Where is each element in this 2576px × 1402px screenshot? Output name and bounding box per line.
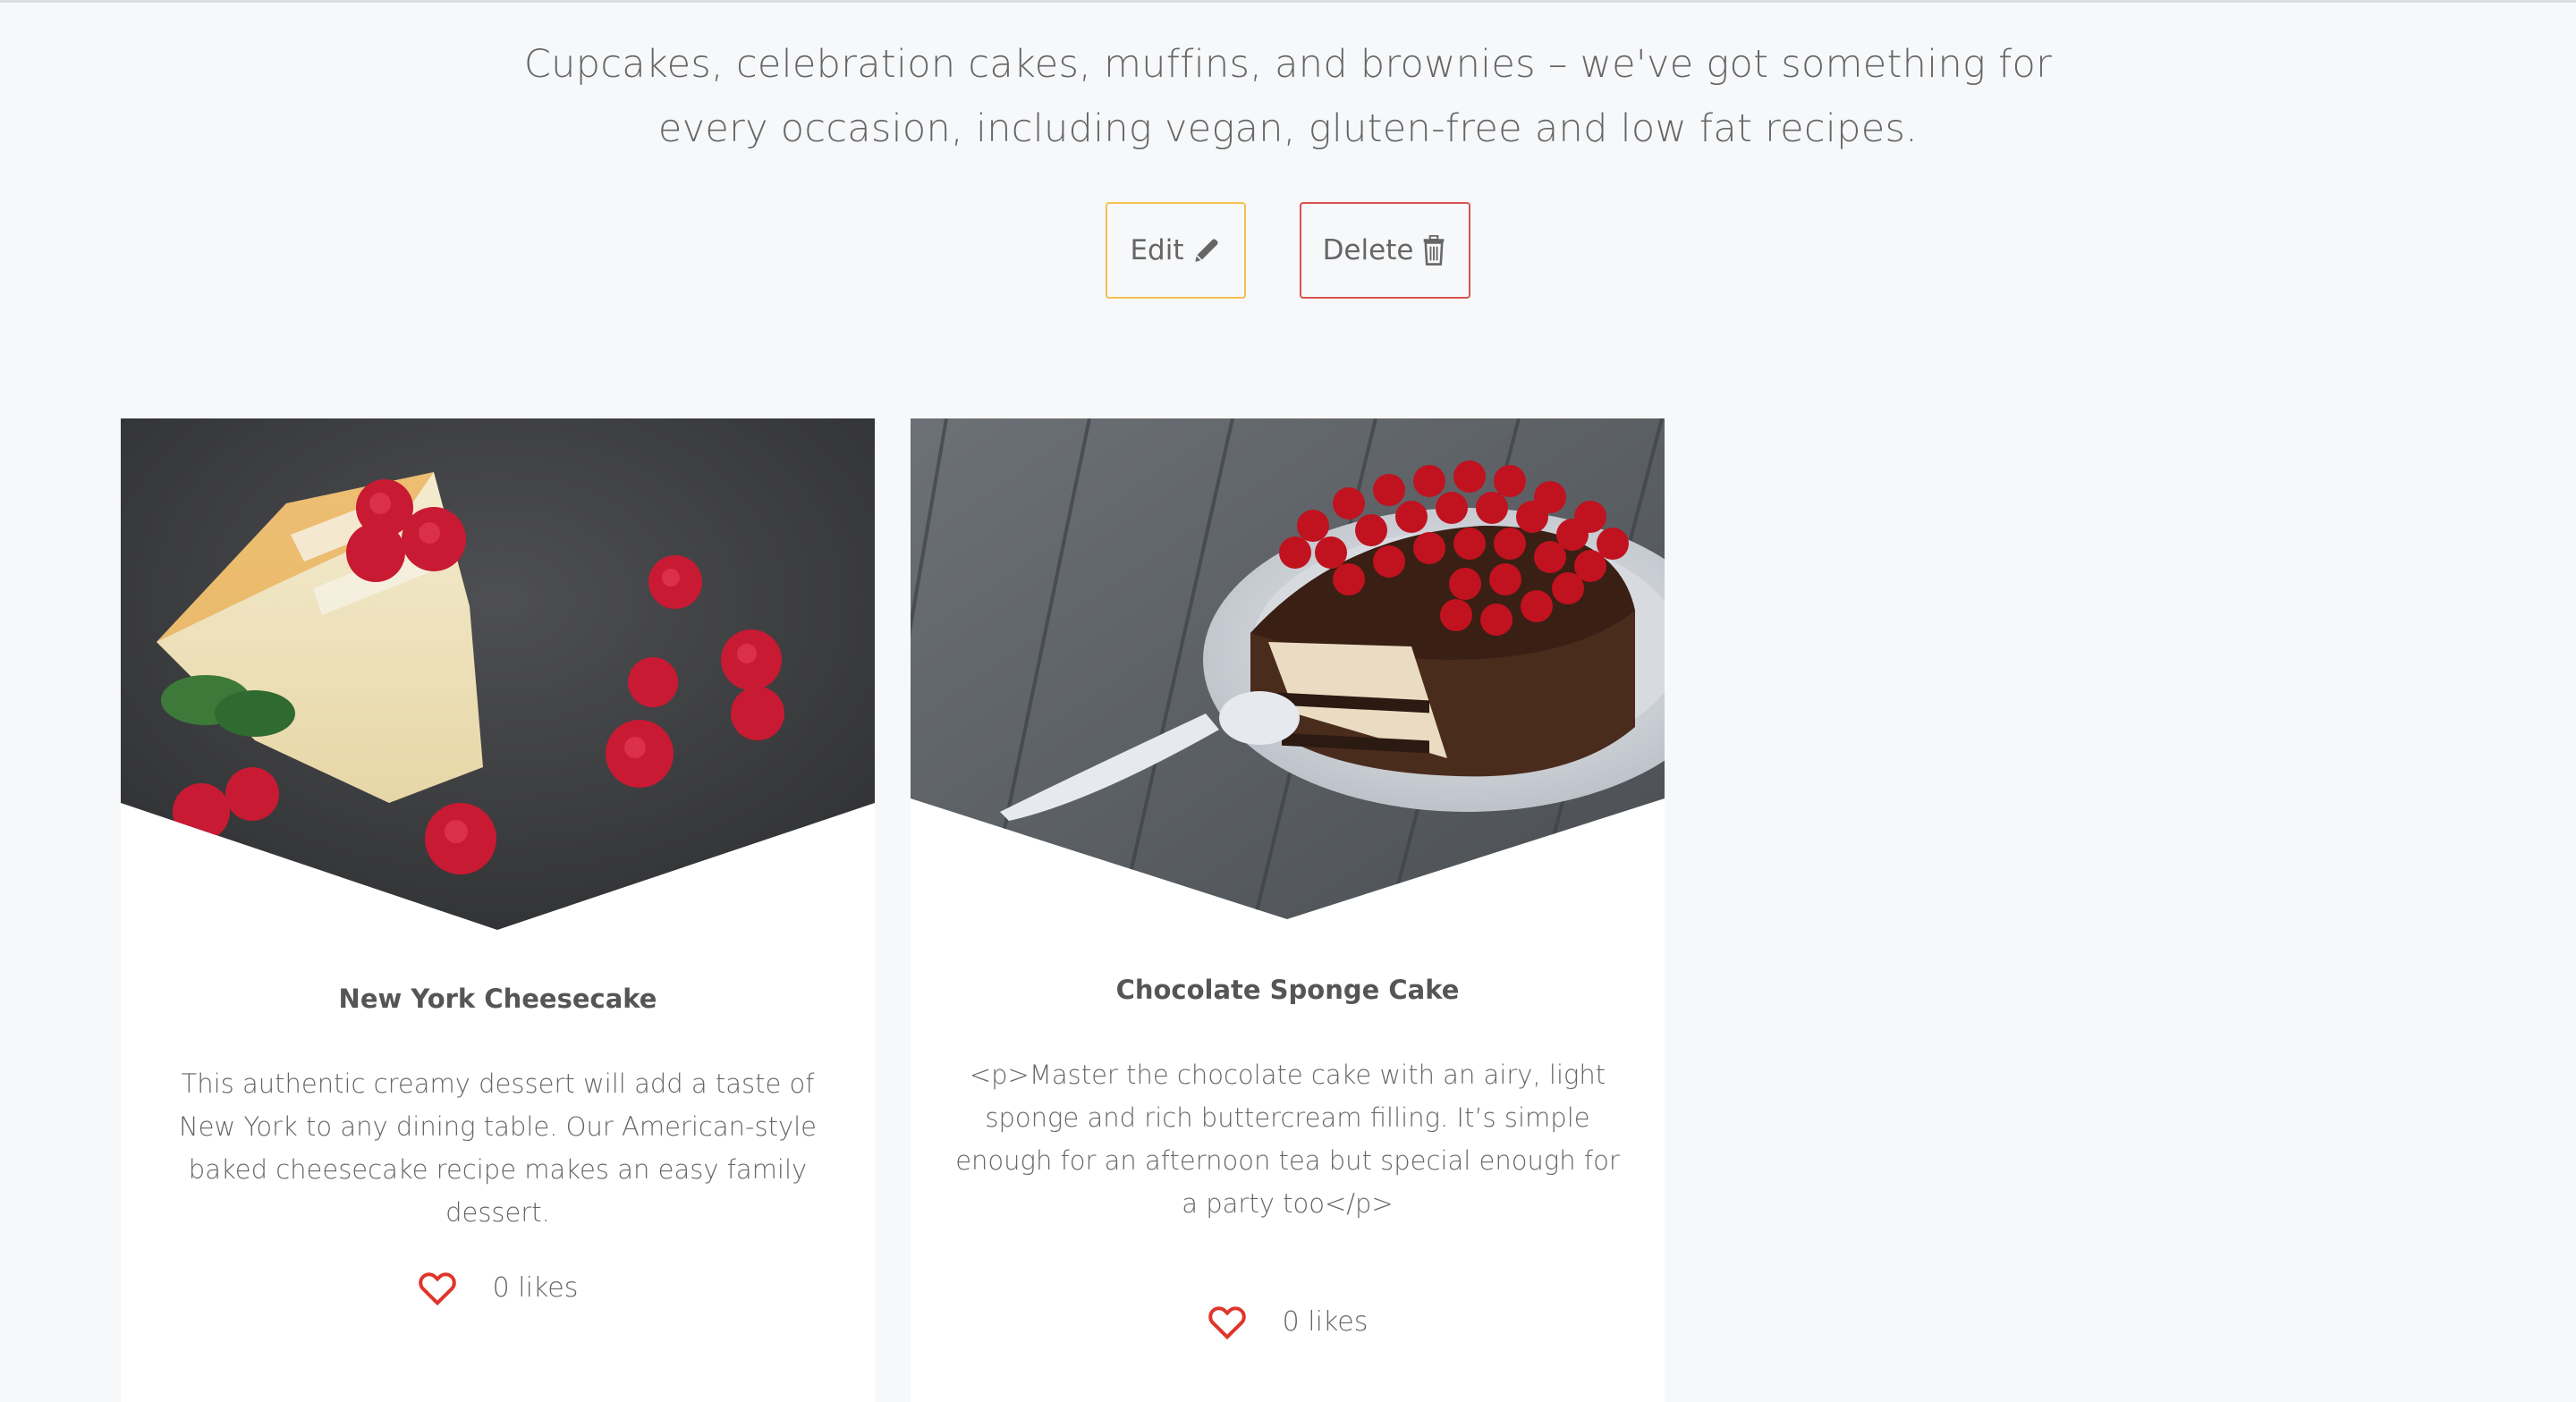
intro-line-2: every occasion, including vegan, gluten-… — [657, 106, 1919, 151]
recipe-title[interactable]: New York Cheesecake — [157, 984, 839, 1014]
recipe-title[interactable]: Chocolate Sponge Cake — [946, 975, 1629, 1005]
edit-button-label: Edit — [1130, 234, 1184, 266]
like-count: 0 likes — [1282, 1305, 1368, 1338]
chocolate-cake-photo-icon — [911, 418, 1665, 919]
delete-button-label: Delete — [1322, 234, 1414, 266]
pencil-icon — [1194, 239, 1218, 262]
like-row: 0 likes — [911, 1304, 1665, 1339]
category-actions: Edit Delete — [0, 202, 2576, 302]
delete-button[interactable]: Delete — [1300, 202, 1470, 299]
recipe-card[interactable]: Chocolate Sponge Cake <p>Master the choc… — [911, 418, 1665, 1402]
recipe-image — [911, 418, 1665, 937]
recipe-image — [121, 418, 875, 937]
category-intro: Cupcakes, celebration cakes, muffins, an… — [501, 32, 2075, 161]
top-divider — [0, 0, 2576, 3]
like-row: 0 likes — [121, 1270, 875, 1305]
recipe-description: This authentic creamy dessert will add a… — [178, 1068, 818, 1228]
heart-icon[interactable] — [1208, 1304, 1247, 1339]
edit-button[interactable]: Edit — [1106, 202, 1246, 299]
intro-line-1: Cupcakes, celebration cakes, muffins, an… — [523, 42, 2053, 87]
recipe-card[interactable]: New York Cheesecake This authentic cream… — [121, 418, 875, 1402]
recipe-description: <p>Master the chocolate cake with an air… — [955, 1060, 1620, 1219]
cheesecake-photo-icon — [121, 418, 875, 930]
trash-icon — [1424, 235, 1445, 266]
like-count: 0 likes — [492, 1271, 579, 1304]
heart-icon[interactable] — [418, 1270, 457, 1305]
